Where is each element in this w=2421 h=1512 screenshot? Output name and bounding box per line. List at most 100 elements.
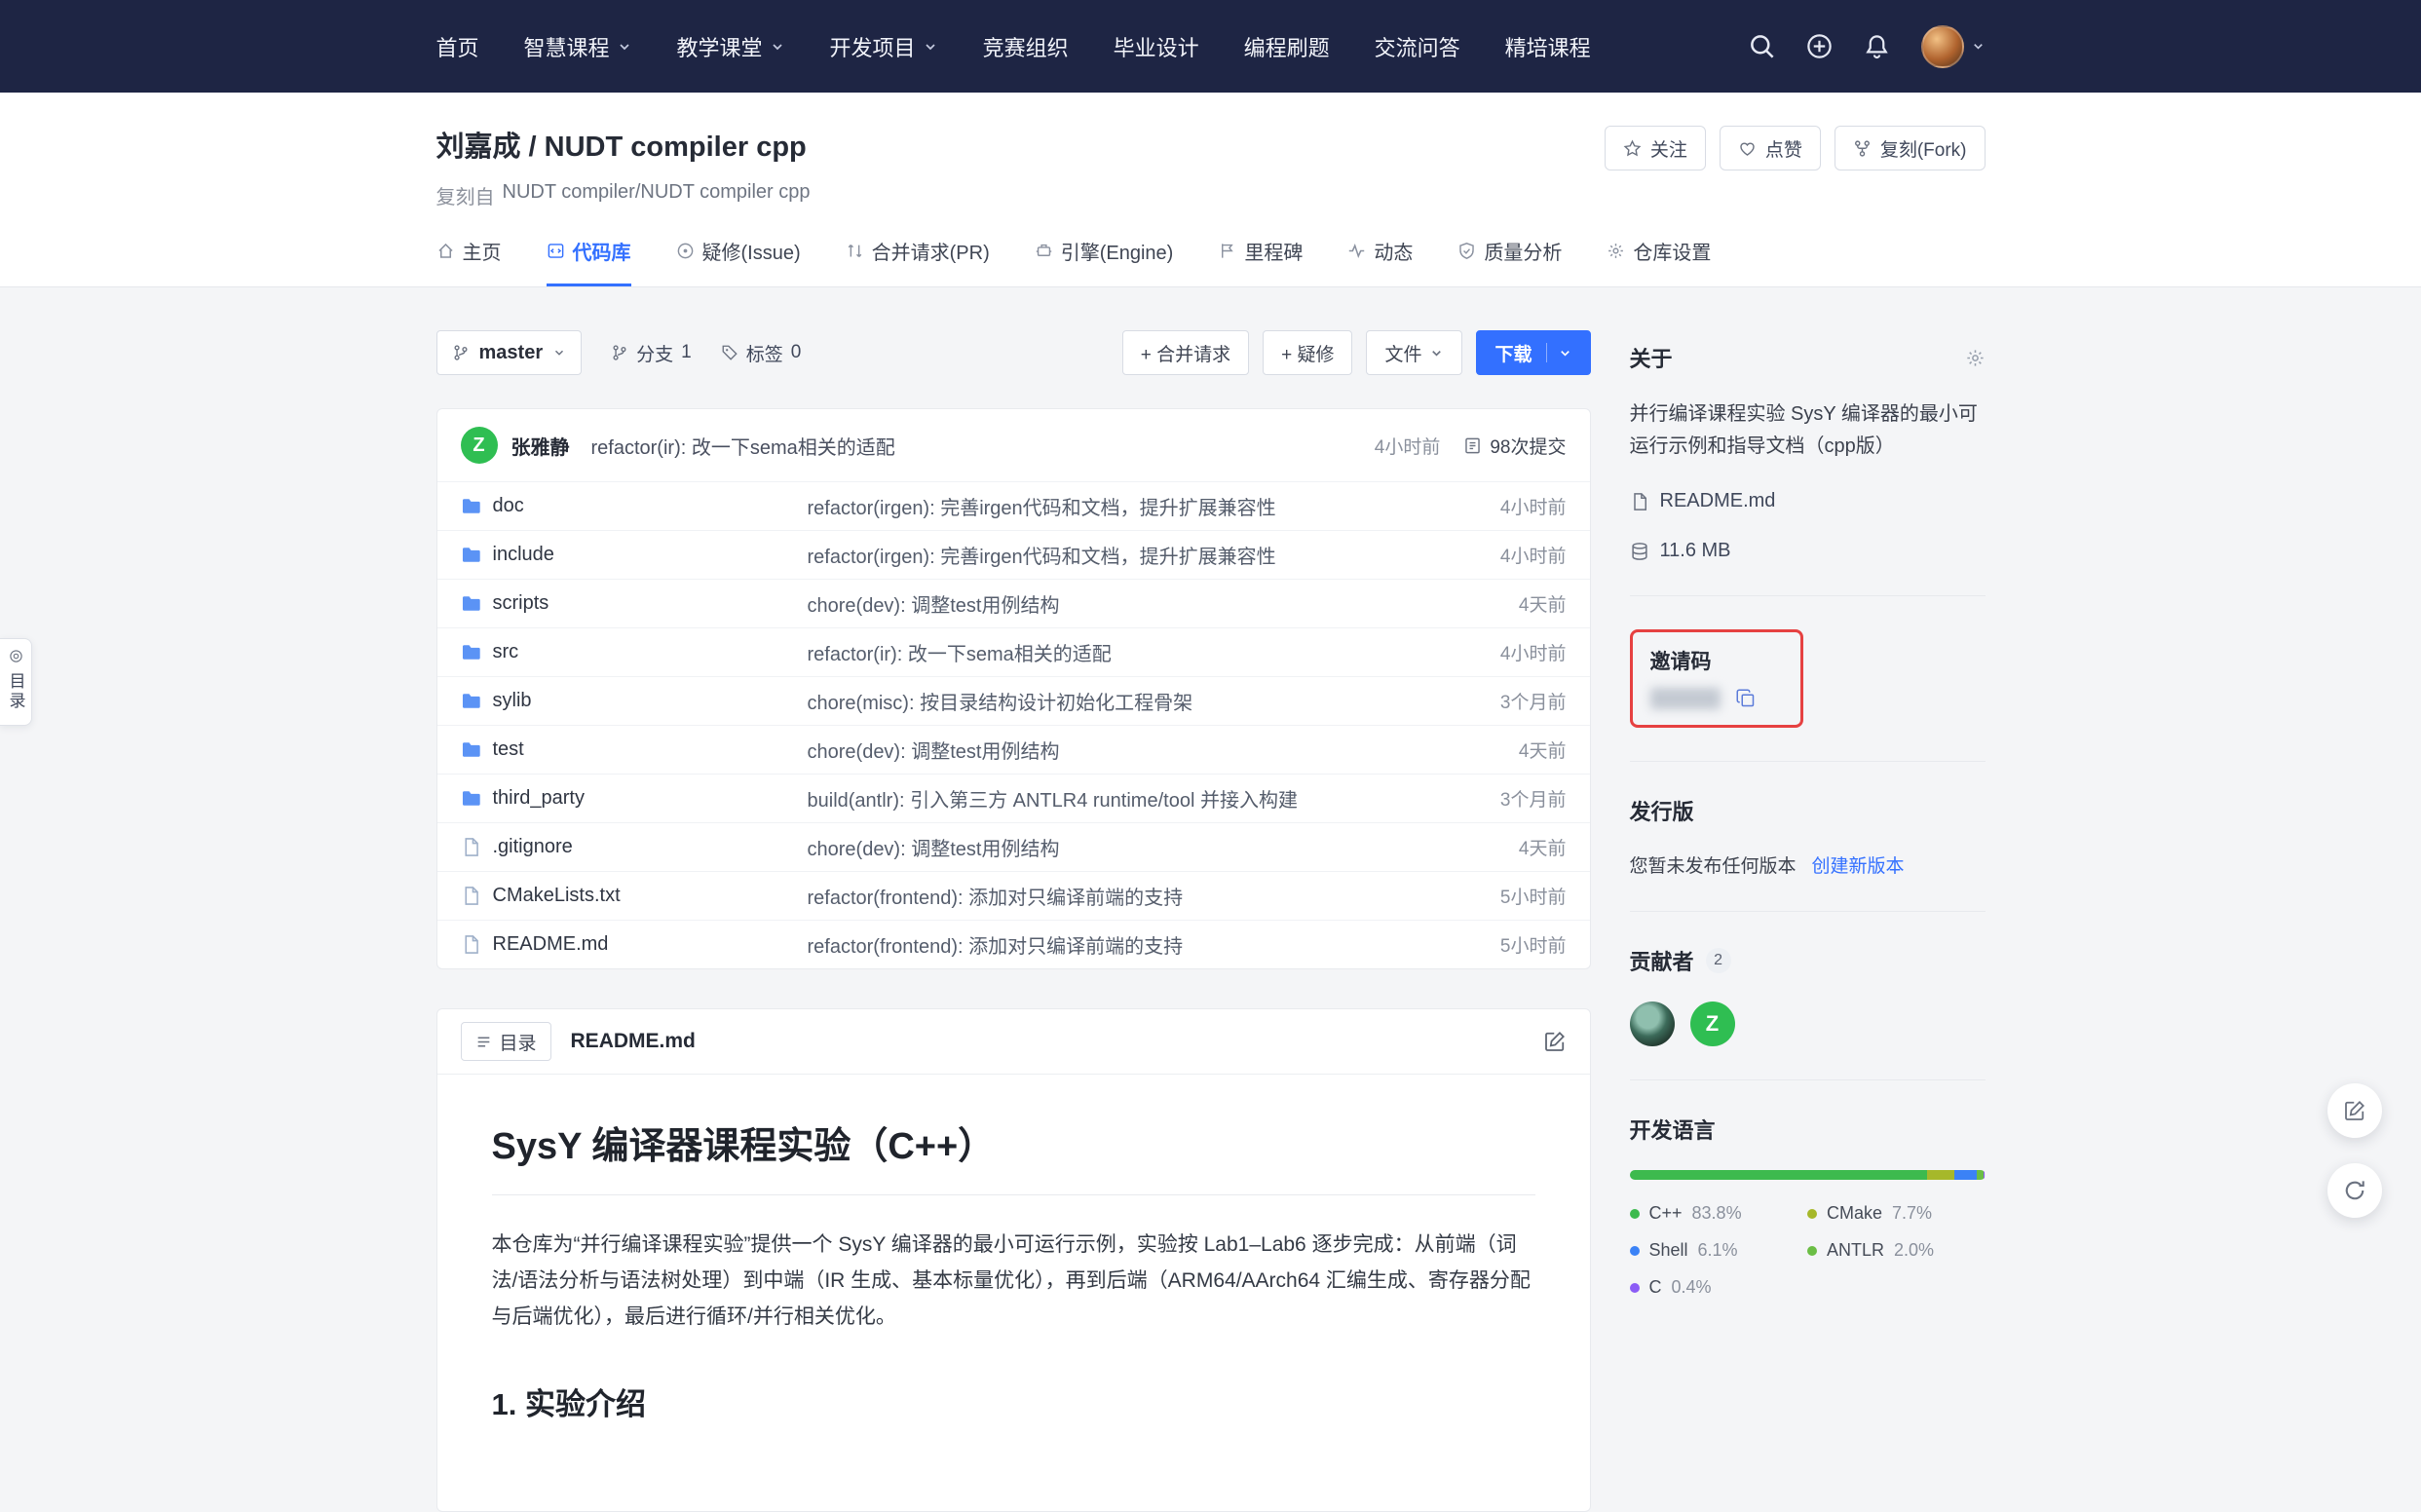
nav-item-dev-projects[interactable]: 开发项目	[830, 31, 938, 62]
file-commit-message[interactable]: chore(misc): 按目录结构设计初始化工程骨架	[808, 687, 1450, 715]
branches-link[interactable]: 分支 1	[611, 340, 692, 366]
download-button[interactable]: 下载	[1476, 330, 1590, 375]
file-icon	[461, 886, 481, 906]
heart-icon	[1738, 139, 1757, 158]
file-name[interactable]: doc	[493, 495, 524, 517]
readme-link[interactable]: README.md	[1630, 490, 1986, 512]
branch-selector[interactable]: master	[436, 330, 583, 375]
edit-icon[interactable]	[1543, 1030, 1567, 1053]
navbar-right	[1749, 25, 1986, 68]
file-row[interactable]: src refactor(ir): 改一下sema相关的适配 4小时前	[437, 627, 1590, 676]
language-legend: C++ 83.8% Shell 6.1% C 0.4% CMake 7.7%	[1630, 1203, 1986, 1298]
nav-item-competitions[interactable]: 竞赛组织	[983, 31, 1069, 62]
tags-link[interactable]: 标签 0	[721, 340, 802, 366]
nav-item-smart-courses[interactable]: 智慧课程	[524, 31, 632, 62]
file-commit-time: 4天前	[1450, 590, 1567, 617]
fork-button[interactable]: 复刻(Fork)	[1835, 126, 1986, 170]
file-icon	[1630, 492, 1649, 511]
nav-item-qa[interactable]: 交流问答	[1375, 31, 1460, 62]
create-release-link[interactable]: 创建新版本	[1812, 851, 1905, 878]
file-commit-message[interactable]: build(antlr): 引入第三方 ANTLR4 runtime/tool …	[808, 784, 1450, 813]
file-commit-message[interactable]: refactor(irgen): 完善irgen代码和文档，提升扩展兼容性	[808, 492, 1450, 520]
file-row[interactable]: test chore(dev): 调整test用例结构 4天前	[437, 725, 1590, 774]
file-row[interactable]: third_party build(antlr): 引入第三方 ANTLR4 r…	[437, 774, 1590, 822]
nav-item-teaching-classroom[interactable]: 教学课堂	[677, 31, 785, 62]
bell-icon[interactable]	[1864, 33, 1890, 59]
contributor-avatar[interactable]	[1630, 1002, 1675, 1046]
repo-size-value: 11.6 MB	[1660, 540, 1731, 562]
floating-toc-tab[interactable]: 目录	[0, 638, 32, 726]
gear-icon[interactable]	[1965, 348, 1986, 368]
file-commit-message[interactable]: chore(dev): 调整test用例结构	[808, 589, 1450, 618]
nav-item-training-courses[interactable]: 精培课程	[1505, 31, 1591, 62]
tab-milestones[interactable]: 里程碑	[1218, 237, 1303, 286]
tab-settings[interactable]: 仓库设置	[1607, 237, 1711, 286]
toc-button[interactable]: 目录	[461, 1022, 551, 1061]
like-button[interactable]: 点赞	[1720, 126, 1821, 170]
file-name[interactable]: src	[493, 641, 519, 663]
nav-item-home[interactable]: 首页	[436, 31, 479, 62]
file-commit-message[interactable]: chore(dev): 调整test用例结构	[808, 833, 1450, 861]
tab-label: 质量分析	[1484, 237, 1562, 265]
language-name: ANTLR	[1827, 1240, 1884, 1261]
copy-icon[interactable]	[1736, 689, 1756, 708]
repo-header: 刘嘉成 / NUDT compiler cpp 复刻自 NUDT compile…	[0, 93, 2421, 287]
feedback-button[interactable]	[2327, 1083, 2382, 1138]
file-commit-time: 4天前	[1450, 834, 1567, 860]
commit-message[interactable]: refactor(ir): 改一下sema相关的适配	[591, 432, 1361, 460]
search-icon[interactable]	[1749, 33, 1775, 59]
file-commit-message[interactable]: refactor(frontend): 添加对只编译前端的支持	[808, 882, 1450, 910]
file-commit-message[interactable]: refactor(ir): 改一下sema相关的适配	[808, 638, 1450, 666]
fork-source-link[interactable]: NUDT compiler/NUDT compiler cpp	[503, 181, 811, 209]
nav-item-graduation-design[interactable]: 毕业设计	[1114, 31, 1199, 62]
new-issue-button[interactable]: + 疑修	[1263, 330, 1352, 375]
new-pr-button[interactable]: + 合并请求	[1122, 330, 1249, 375]
tab-quality[interactable]: 质量分析	[1457, 237, 1562, 286]
file-row[interactable]: sylib chore(misc): 按目录结构设计初始化工程骨架 3个月前	[437, 676, 1590, 725]
file-name[interactable]: README.md	[493, 933, 609, 956]
file-name[interactable]: third_party	[493, 787, 586, 810]
commit-count-link[interactable]: 98次提交	[1463, 433, 1566, 459]
file-row[interactable]: README.md refactor(frontend): 添加对只编译前端的支…	[437, 920, 1590, 968]
language-name: Shell	[1649, 1240, 1688, 1261]
commit-count-label: 98次提交	[1490, 433, 1566, 459]
file-name[interactable]: sylib	[493, 690, 532, 712]
user-menu[interactable]	[1921, 25, 1986, 68]
tab-engine[interactable]: 引擎(Engine)	[1035, 237, 1174, 286]
file-name[interactable]: scripts	[493, 592, 549, 615]
file-row[interactable]: scripts chore(dev): 调整test用例结构 4天前	[437, 579, 1590, 627]
file-name[interactable]: include	[493, 544, 554, 566]
file-commit-time: 4小时前	[1450, 493, 1567, 519]
commit-author[interactable]: 张雅静	[511, 432, 570, 460]
file-menu-button[interactable]: 文件	[1366, 330, 1462, 375]
like-button-label: 点赞	[1765, 135, 1802, 162]
watch-button[interactable]: 关注	[1605, 126, 1706, 170]
nav-item-coding-practice[interactable]: 编程刷题	[1244, 31, 1330, 62]
contributor-avatar[interactable]: Z	[1690, 1002, 1735, 1046]
file-commit-message[interactable]: chore(dev): 调整test用例结构	[808, 736, 1450, 764]
file-icon	[461, 837, 481, 857]
button-divider	[1546, 343, 1547, 362]
file-row[interactable]: doc refactor(irgen): 完善irgen代码和文档，提升扩展兼容…	[437, 481, 1590, 530]
refresh-button[interactable]	[2327, 1163, 2382, 1218]
page-title: 刘嘉成 / NUDT compiler cpp	[436, 124, 811, 165]
tab-code[interactable]: 代码库	[547, 237, 631, 286]
file-row[interactable]: .gitignore chore(dev): 调整test用例结构 4天前	[437, 822, 1590, 871]
file-commit-message[interactable]: refactor(frontend): 添加对只编译前端的支持	[808, 930, 1450, 959]
tab-activity[interactable]: 动态	[1347, 237, 1413, 286]
tab-home[interactable]: 主页	[436, 237, 502, 286]
file-name[interactable]: .gitignore	[493, 836, 573, 858]
file-name[interactable]: CMakeLists.txt	[493, 885, 621, 907]
file-commit-time: 4天前	[1450, 737, 1567, 763]
file-name[interactable]: test	[493, 738, 524, 761]
floating-action-buttons	[2327, 1083, 2382, 1218]
file-row[interactable]: include refactor(irgen): 完善irgen代码和文档，提升…	[437, 530, 1590, 579]
tab-pull-requests[interactable]: 合并请求(PR)	[846, 237, 990, 286]
avatar[interactable]	[1921, 25, 1964, 68]
commit-author-avatar[interactable]: Z	[461, 427, 498, 464]
watch-button-label: 关注	[1650, 135, 1687, 162]
plus-circle-icon[interactable]	[1806, 33, 1833, 59]
tab-issues[interactable]: 疑修(Issue)	[676, 237, 801, 286]
file-row[interactable]: CMakeLists.txt refactor(frontend): 添加对只编…	[437, 871, 1590, 920]
file-commit-message[interactable]: refactor(irgen): 完善irgen代码和文档，提升扩展兼容性	[808, 541, 1450, 569]
